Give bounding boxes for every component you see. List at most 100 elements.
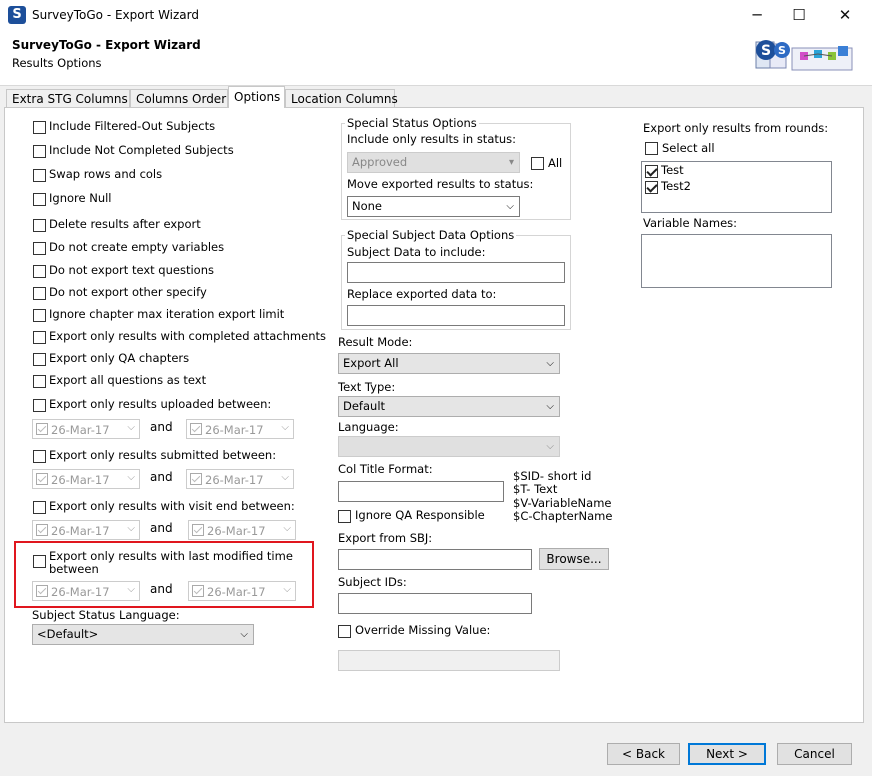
override-missing-checkbox[interactable] bbox=[338, 625, 351, 638]
no-other-specify-checkbox[interactable] bbox=[33, 287, 46, 300]
include-status-dropdown[interactable]: Approved ▾ bbox=[347, 152, 520, 173]
questions-as-text-checkbox[interactable] bbox=[33, 375, 46, 388]
include-filtered-out-label: Include Filtered-Out Subjects bbox=[49, 119, 216, 133]
tab-extra-stg-columns[interactable]: Extra STG Columns bbox=[6, 89, 130, 108]
last-modified-from-date[interactable]: 26-Mar-17 ⌵ bbox=[32, 581, 140, 601]
move-status-dropdown[interactable]: None ⌵ bbox=[347, 196, 520, 217]
visit-end-between-checkbox[interactable] bbox=[33, 501, 46, 514]
submitted-between-label: Export only results submitted between: bbox=[49, 448, 277, 462]
swap-rows-cols-label: Swap rows and cols bbox=[49, 167, 163, 181]
completed-attachments-label: Export only results with completed attac… bbox=[49, 329, 326, 343]
ignore-chapter-limit-label: Ignore chapter max iteration export limi… bbox=[49, 307, 285, 321]
tab-location-columns[interactable]: Location Columns bbox=[285, 89, 398, 108]
ignore-chapter-limit-checkbox[interactable] bbox=[33, 309, 46, 322]
select-all-label: Select all bbox=[662, 141, 715, 155]
select-all-checkbox[interactable] bbox=[645, 142, 658, 155]
subject-data-input[interactable] bbox=[347, 262, 565, 283]
swap-rows-cols-checkbox[interactable] bbox=[33, 169, 46, 182]
export-sbj-label: Export from SBJ: bbox=[338, 531, 433, 545]
no-empty-variables-label: Do not create empty variables bbox=[49, 240, 225, 254]
tab-columns-order[interactable]: Columns Order bbox=[130, 89, 228, 108]
wizard-title: SurveyToGo - Export Wizard bbox=[12, 38, 201, 52]
col-title-format-input[interactable] bbox=[338, 481, 504, 502]
no-text-questions-label: Do not export text questions bbox=[49, 263, 214, 277]
col-title-hint-chapter: $C-ChapterName bbox=[513, 509, 613, 523]
export-sbj-input[interactable] bbox=[338, 549, 532, 570]
uploaded-between-checkbox[interactable] bbox=[33, 399, 46, 412]
round-test2-label: Test2 bbox=[661, 179, 691, 193]
no-empty-variables-checkbox[interactable] bbox=[33, 242, 46, 255]
ignore-qa-label: Ignore QA Responsible bbox=[355, 508, 485, 522]
surveytogo-logo-icon: S S bbox=[755, 40, 853, 71]
svg-text:S: S bbox=[778, 44, 786, 57]
last-modified-between-checkbox[interactable] bbox=[33, 555, 46, 568]
all-status-checkbox[interactable] bbox=[531, 157, 544, 170]
tab-options[interactable]: Options bbox=[228, 86, 285, 108]
wizard-subtitle: Results Options bbox=[12, 56, 102, 70]
col-title-hint-variable: $V-VariableName bbox=[513, 496, 612, 510]
col-title-format-label: Col Title Format: bbox=[338, 462, 433, 476]
subject-ids-input[interactable] bbox=[338, 593, 532, 614]
completed-attachments-checkbox[interactable] bbox=[33, 331, 46, 344]
round-test2-checkbox[interactable] bbox=[645, 181, 658, 194]
text-type-dropdown[interactable]: Default ⌵ bbox=[338, 396, 560, 417]
result-mode-label: Result Mode: bbox=[338, 335, 413, 349]
visit-end-to-date[interactable]: 26-Mar-17 ⌵ bbox=[188, 520, 296, 540]
include-not-completed-label: Include Not Completed Subjects bbox=[49, 143, 234, 157]
delete-results-checkbox[interactable] bbox=[33, 219, 46, 232]
replace-data-input[interactable] bbox=[347, 305, 565, 326]
back-button[interactable]: < Back bbox=[607, 743, 680, 765]
browse-button[interactable]: Browse... bbox=[539, 548, 609, 570]
text-type-label: Text Type: bbox=[338, 380, 396, 394]
minimize-button[interactable]: ─ bbox=[734, 0, 780, 30]
ignore-qa-checkbox[interactable] bbox=[338, 510, 351, 523]
result-mode-dropdown[interactable]: Export All ⌵ bbox=[338, 353, 560, 374]
round-test-checkbox[interactable] bbox=[645, 165, 658, 178]
language-label: Language: bbox=[338, 420, 399, 434]
submitted-between-checkbox[interactable] bbox=[33, 450, 46, 463]
chevron-down-icon: ⌵ bbox=[240, 629, 248, 640]
maximize-button[interactable]: ☐ bbox=[776, 0, 822, 30]
and-label: and bbox=[150, 420, 173, 434]
status-language-label: Subject Status Language: bbox=[32, 608, 180, 622]
override-missing-input[interactable] bbox=[338, 650, 560, 671]
cancel-button[interactable]: Cancel bbox=[777, 743, 852, 765]
no-text-questions-checkbox[interactable] bbox=[33, 265, 46, 278]
last-modified-to-date[interactable]: 26-Mar-17 ⌵ bbox=[188, 581, 296, 601]
svg-text:S: S bbox=[761, 43, 771, 59]
include-not-completed-checkbox[interactable] bbox=[33, 145, 46, 158]
include-status-label: Include only results in status: bbox=[347, 132, 517, 146]
visit-end-from-date[interactable]: 26-Mar-17 ⌵ bbox=[32, 520, 140, 540]
col-title-hint-sid: $SID- short id bbox=[513, 469, 592, 483]
qa-chapters-checkbox[interactable] bbox=[33, 353, 46, 366]
special-status-title: Special Status Options bbox=[345, 116, 479, 130]
and-label: and bbox=[150, 521, 173, 535]
chevron-down-icon: ▾ bbox=[508, 157, 514, 168]
status-language-dropdown[interactable]: <Default> ⌵ bbox=[32, 624, 254, 645]
language-dropdown[interactable]: ⌵ bbox=[338, 436, 560, 457]
uploaded-to-date[interactable]: 26-Mar-17 ⌵ bbox=[186, 419, 294, 439]
last-modified-label-line2: between bbox=[49, 562, 99, 576]
and-label: and bbox=[150, 582, 173, 596]
include-filtered-out-checkbox[interactable] bbox=[33, 121, 46, 134]
close-button[interactable]: ✕ bbox=[822, 0, 868, 30]
last-modified-label-line1: Export only results with last modified t… bbox=[49, 549, 293, 563]
app-icon: S bbox=[8, 6, 26, 24]
subject-ids-label: Subject IDs: bbox=[338, 575, 407, 589]
ignore-null-checkbox[interactable] bbox=[33, 193, 46, 206]
chevron-down-icon: ⌵ bbox=[546, 401, 554, 412]
next-button[interactable]: Next > bbox=[688, 743, 766, 765]
uploaded-from-date[interactable]: 26-Mar-17 ⌵ bbox=[32, 419, 140, 439]
visit-end-between-label: Export only results with visit end betwe… bbox=[49, 499, 295, 513]
submitted-to-date[interactable]: 26-Mar-17 ⌵ bbox=[186, 469, 294, 489]
all-status-label: All bbox=[548, 156, 563, 170]
uploaded-between-label: Export only results uploaded between: bbox=[49, 397, 272, 411]
chevron-down-icon: ⌵ bbox=[506, 201, 514, 212]
override-missing-label: Override Missing Value: bbox=[355, 623, 491, 637]
subject-data-label: Subject Data to include: bbox=[347, 245, 486, 259]
variable-names-list[interactable] bbox=[641, 234, 832, 288]
col-title-hint-text: $T- Text bbox=[513, 482, 558, 496]
chevron-down-icon: ⌵ bbox=[546, 358, 554, 369]
window-title: SurveyToGo - Export Wizard bbox=[32, 8, 199, 22]
submitted-from-date[interactable]: 26-Mar-17 ⌵ bbox=[32, 469, 140, 489]
